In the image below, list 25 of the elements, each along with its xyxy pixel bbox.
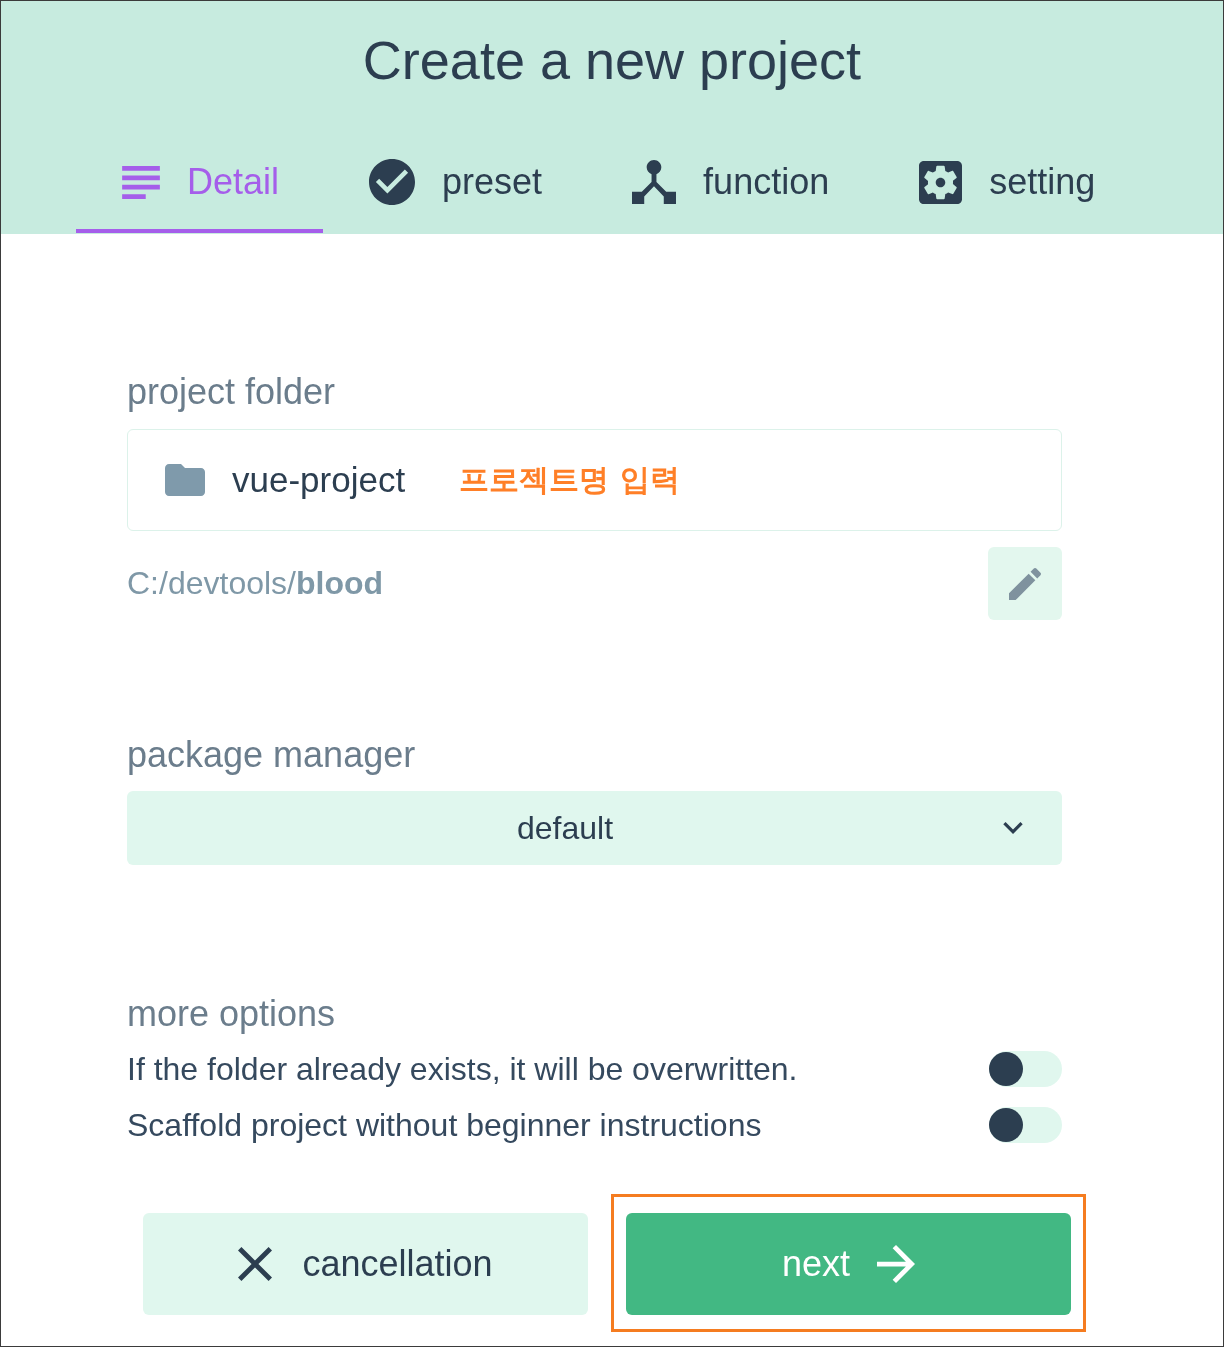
folder-path: C:/devtools/blood (127, 565, 384, 602)
action-button[interactable]: cancellation (143, 1213, 588, 1315)
arrow-right-icon (877, 1245, 915, 1283)
toggle-switch[interactable] (989, 1107, 1062, 1143)
section-label: more options (127, 992, 336, 1036)
tab[interactable]: preset (323, 141, 587, 233)
settings-icon (919, 160, 963, 204)
edit-path-button[interactable] (988, 547, 1062, 620)
tab[interactable]: setting (873, 141, 1140, 233)
chevron-down-icon (1003, 822, 1023, 834)
option-label: If the folder already exists, it will be overwritten. (127, 1050, 798, 1088)
folder-icon (165, 464, 205, 496)
close-icon (238, 1247, 273, 1281)
annotation-text: 프로젝트명 입력 (459, 460, 680, 499)
list-lines-icon (122, 165, 160, 199)
pencil-icon (1009, 567, 1041, 600)
toggle-switch[interactable] (989, 1051, 1062, 1087)
branch-icon (632, 160, 677, 204)
package-manager-select[interactable]: default (127, 791, 1062, 865)
project-name-field[interactable]: vue-project 프로젝트명 입력 (127, 429, 1062, 531)
page-title: Create a new project (361, 29, 863, 92)
option-label: Scaffold project without beginner instructions (127, 1106, 762, 1144)
section-label: project folder (127, 370, 336, 414)
section-label: package manager (127, 733, 416, 777)
tab[interactable]: function (586, 141, 874, 233)
